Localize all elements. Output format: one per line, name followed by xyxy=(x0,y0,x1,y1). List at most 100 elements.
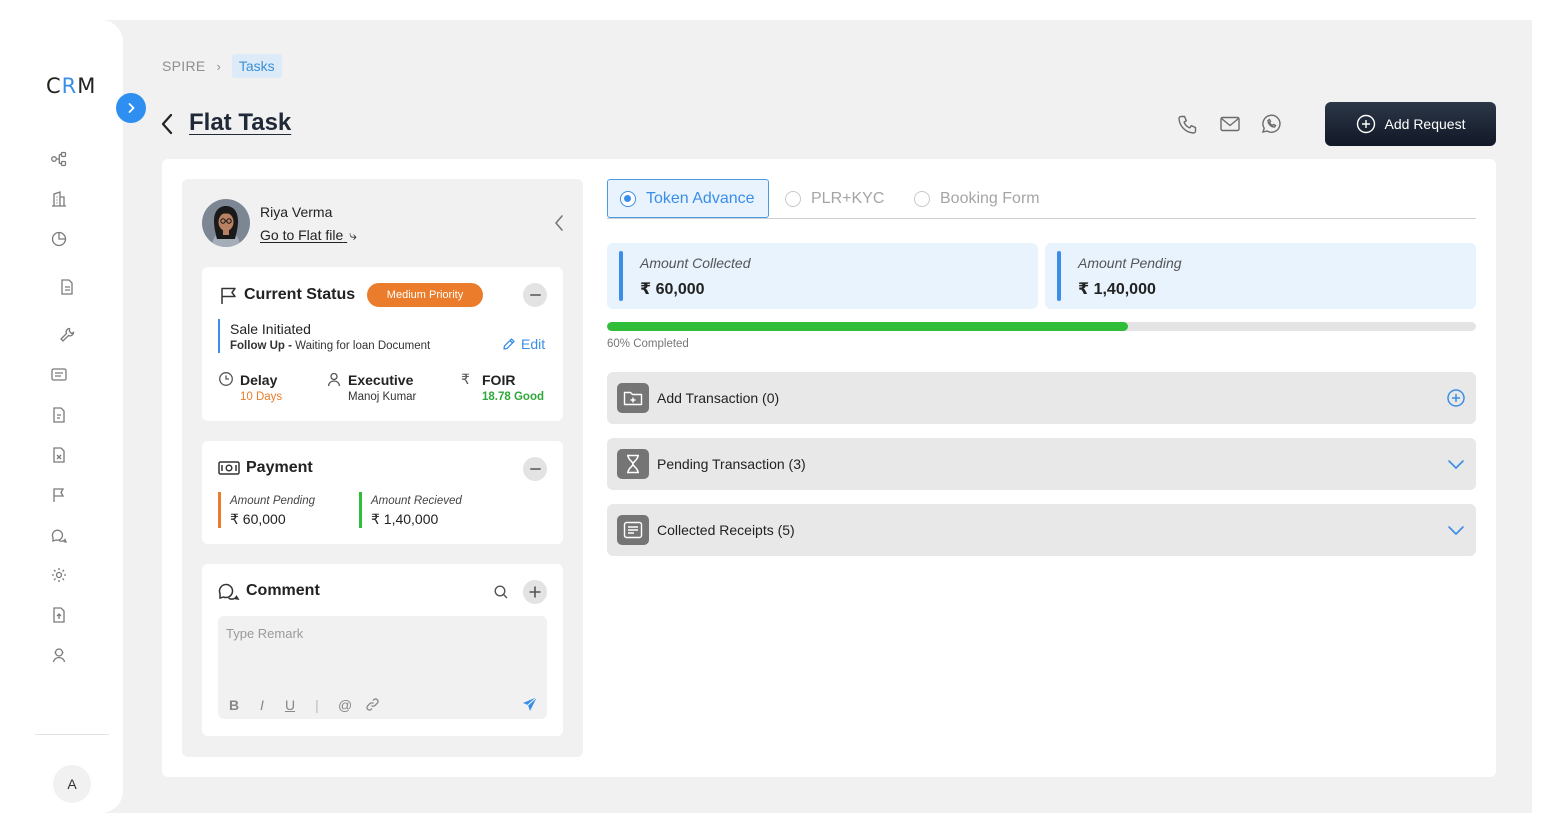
chevron-right-icon xyxy=(128,103,135,113)
collapse-payment-button[interactable] xyxy=(523,457,547,481)
send-icon xyxy=(523,696,538,711)
tab-plr-kyc[interactable]: PLR+KYC xyxy=(785,179,884,218)
upload-file-icon[interactable] xyxy=(50,606,68,624)
foir-label: FOIR xyxy=(482,372,516,388)
follow-up-text: Follow Up - Waiting for loan Document xyxy=(230,340,431,352)
add-circle-icon xyxy=(1356,114,1375,134)
progress-bar xyxy=(607,322,1476,331)
search-comment-button[interactable] xyxy=(489,580,513,604)
amount-collected-value: ₹ 60,000 xyxy=(640,281,705,298)
delay-label: Delay xyxy=(240,372,278,388)
breadcrumb-current[interactable]: Tasks xyxy=(231,54,282,78)
card-accent-bar xyxy=(1057,251,1061,301)
go-to-flat-file-link[interactable]: Go to Flat file ⤷ xyxy=(260,227,357,244)
add-circle-icon[interactable] xyxy=(1446,388,1466,408)
user-photo xyxy=(202,199,250,247)
payment-pending-value: ₹ 60,000 xyxy=(230,511,286,527)
file-list-icon[interactable] xyxy=(50,406,68,424)
link-icon[interactable] xyxy=(365,697,380,712)
document-icon[interactable] xyxy=(58,278,76,296)
add-comment-button[interactable] xyxy=(523,580,547,604)
executive-label: Executive xyxy=(348,372,414,388)
amount-pending-label: Amount Pending xyxy=(1078,255,1182,271)
back-button[interactable] xyxy=(160,112,176,136)
user-icon xyxy=(326,371,342,387)
flow-icon[interactable] xyxy=(50,150,68,168)
underline-button[interactable]: U xyxy=(283,697,297,713)
user-name: Riya Verma xyxy=(260,204,333,220)
tab-divider xyxy=(607,218,1476,219)
breadcrumb: SPIRE › Tasks xyxy=(162,54,282,78)
building-icon[interactable] xyxy=(50,190,68,208)
radio-selected xyxy=(620,190,636,207)
sidebar-divider xyxy=(35,734,109,735)
plus-icon xyxy=(529,586,541,598)
tab-token-advance[interactable]: Token Advance xyxy=(607,179,769,218)
send-button[interactable] xyxy=(522,696,538,712)
toolbar-divider: | xyxy=(315,697,319,713)
payment-pending-label: Amount Pending xyxy=(230,495,316,507)
pending-transaction-label: Pending Transaction (3) xyxy=(657,456,806,472)
received-indicator xyxy=(359,492,362,528)
chevron-down-icon[interactable] xyxy=(1446,454,1466,474)
clock-icon xyxy=(218,371,234,387)
page-title: Flat Task xyxy=(189,109,292,136)
edit-status-button[interactable]: Edit xyxy=(502,336,545,352)
chat-icon xyxy=(218,581,240,601)
cash-icon xyxy=(218,460,240,476)
phone-icon[interactable] xyxy=(1177,113,1199,135)
collected-receipts-section[interactable]: Collected Receipts (5) xyxy=(607,504,1476,556)
crm-logo[interactable]: CRM xyxy=(46,74,96,98)
comment-title: Comment xyxy=(246,582,320,599)
add-request-button[interactable]: Add Request xyxy=(1325,102,1496,146)
radio-unselected xyxy=(785,190,801,207)
tab-booking-form[interactable]: Booking Form xyxy=(914,179,1040,218)
sidebar: CRM A xyxy=(0,20,123,813)
collapse-panel-button[interactable] xyxy=(553,214,565,232)
stage-title: Sale Initiated xyxy=(230,321,311,337)
user-support-icon[interactable] xyxy=(50,646,68,664)
user-avatar-button[interactable]: A xyxy=(53,765,91,803)
amount-collected-label: Amount Collected xyxy=(640,255,751,271)
pending-transaction-section[interactable]: Pending Transaction (3) xyxy=(607,438,1476,490)
folder-add-icon xyxy=(617,383,649,413)
add-request-label: Add Request xyxy=(1384,116,1466,132)
file-cancel-icon[interactable] xyxy=(50,446,68,464)
foir-value: 18.78 Good xyxy=(482,391,544,403)
message-box-icon[interactable] xyxy=(50,366,68,384)
stage-indicator xyxy=(218,319,220,353)
chevron-down-icon[interactable] xyxy=(1446,520,1466,540)
collected-receipts-label: Collected Receipts (5) xyxy=(657,522,795,538)
sidebar-expand-button[interactable] xyxy=(116,93,146,123)
mention-button[interactable]: @ xyxy=(338,697,352,713)
chevron-left-icon xyxy=(161,113,173,135)
settings-icon[interactable] xyxy=(50,566,68,584)
chevron-left-icon xyxy=(555,215,563,231)
wrench-icon[interactable] xyxy=(58,326,76,344)
hourglass-icon xyxy=(617,449,649,479)
card-accent-bar xyxy=(619,251,623,301)
collapse-status-button[interactable] xyxy=(523,283,547,307)
flag-icon[interactable] xyxy=(50,486,68,504)
executive-value: Manoj Kumar xyxy=(348,391,417,403)
mail-icon[interactable] xyxy=(1219,113,1241,135)
bold-button[interactable]: B xyxy=(227,697,241,713)
flag-icon xyxy=(219,286,239,306)
add-transaction-section[interactable]: Add Transaction (0) xyxy=(607,372,1476,424)
amount-pending-value: ₹ 1,40,000 xyxy=(1078,281,1156,298)
pie-chart-icon[interactable] xyxy=(50,230,68,248)
search-icon xyxy=(494,585,508,599)
italic-button[interactable]: I xyxy=(255,697,269,713)
pencil-icon xyxy=(503,338,515,350)
arrow-turn-icon: ⤷ xyxy=(349,227,357,243)
chat-icon[interactable] xyxy=(50,526,68,544)
delay-value: 10 Days xyxy=(240,391,283,403)
receipt-icon xyxy=(617,515,649,545)
breadcrumb-root[interactable]: SPIRE xyxy=(162,58,206,74)
payment-received-label: Amount Recieved xyxy=(371,495,462,507)
radio-unselected xyxy=(914,190,930,207)
whatsapp-icon[interactable] xyxy=(1260,113,1282,135)
payment-card xyxy=(202,441,563,544)
breadcrumb-separator: › xyxy=(216,58,221,74)
amount-pending-card: Amount Pending ₹ 1,40,000 xyxy=(1045,243,1476,309)
